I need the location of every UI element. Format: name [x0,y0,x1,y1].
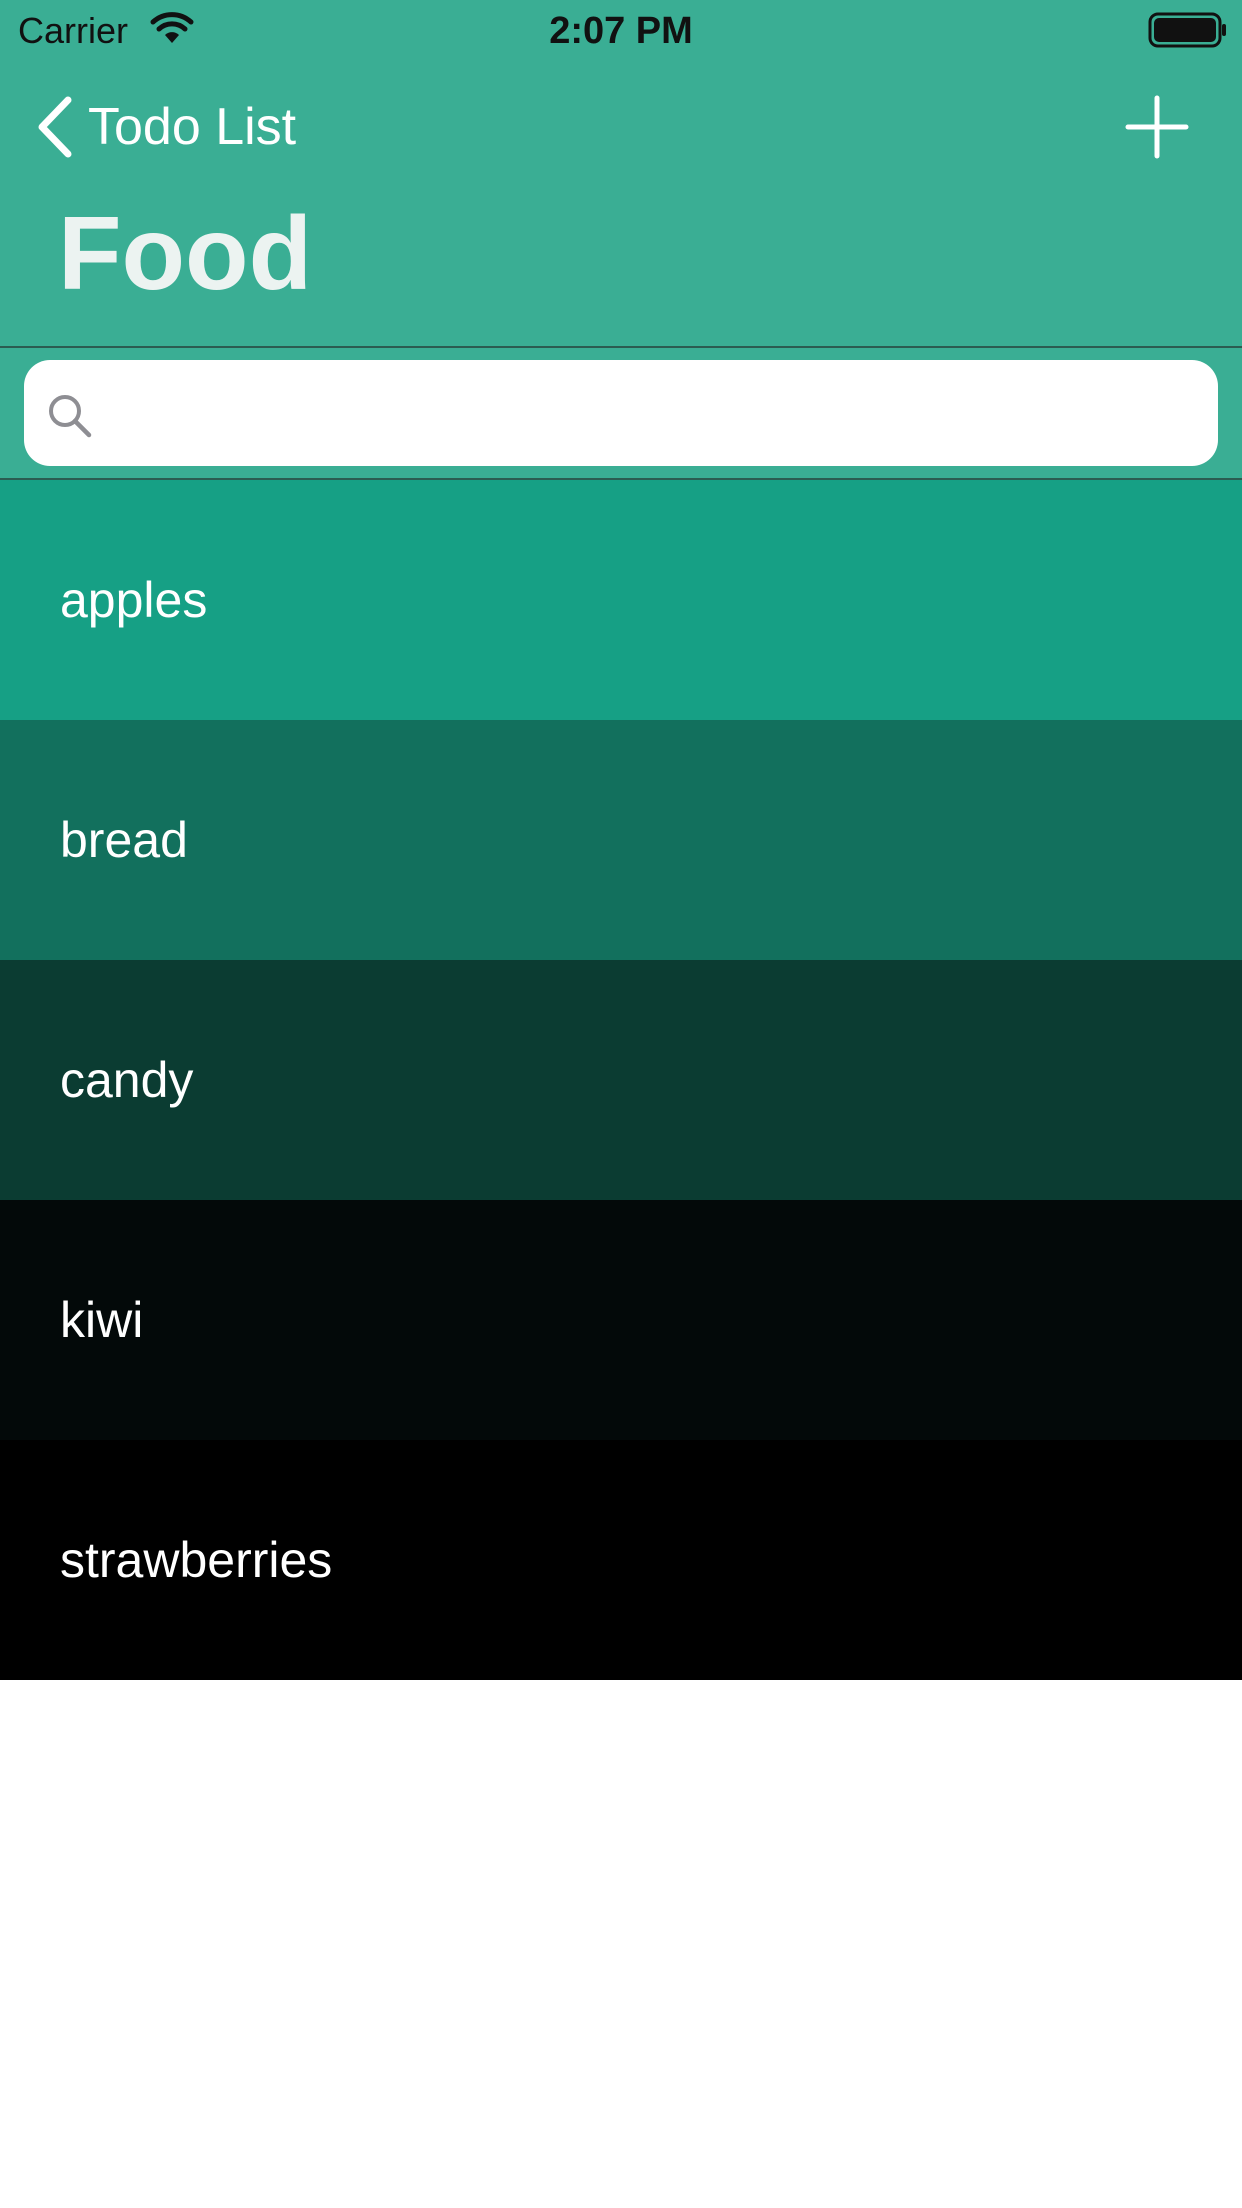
status-time: 2:07 PM [549,10,693,52]
back-button[interactable]: Todo List [34,92,296,162]
search-input[interactable] [114,360,1194,466]
page-title: Food [58,196,313,312]
todo-item-label: kiwi [60,1292,144,1348]
navigation-bar: Carrier 2:07 PM Todo List Food [0,0,1242,348]
todo-item-apples[interactable]: apples [0,480,1242,720]
screen: Carrier 2:07 PM Todo List Food apples br… [0,0,1242,2208]
todo-item-kiwi[interactable]: kiwi [0,1200,1242,1440]
search-field[interactable] [24,360,1218,466]
todo-list: apples bread candy kiwi strawberries [0,480,1242,1680]
plus-icon [1125,95,1189,159]
chevron-left-icon [38,96,72,158]
add-item-button[interactable] [1124,94,1190,160]
status-bar: Carrier 2:07 PM [0,0,1242,60]
todo-item-label: apples [60,572,208,628]
todo-item-candy[interactable]: candy [0,960,1242,1200]
battery-icon [1148,12,1226,48]
todo-item-bread[interactable]: bread [0,720,1242,960]
todo-item-label: bread [60,812,188,868]
search-bar [0,348,1242,480]
todo-item-strawberries[interactable]: strawberries [0,1440,1242,1680]
todo-item-label: strawberries [60,1532,333,1588]
magnifying-glass-icon [49,395,92,438]
back-button-label: Todo List [88,98,297,156]
todo-item-label: candy [60,1052,194,1108]
